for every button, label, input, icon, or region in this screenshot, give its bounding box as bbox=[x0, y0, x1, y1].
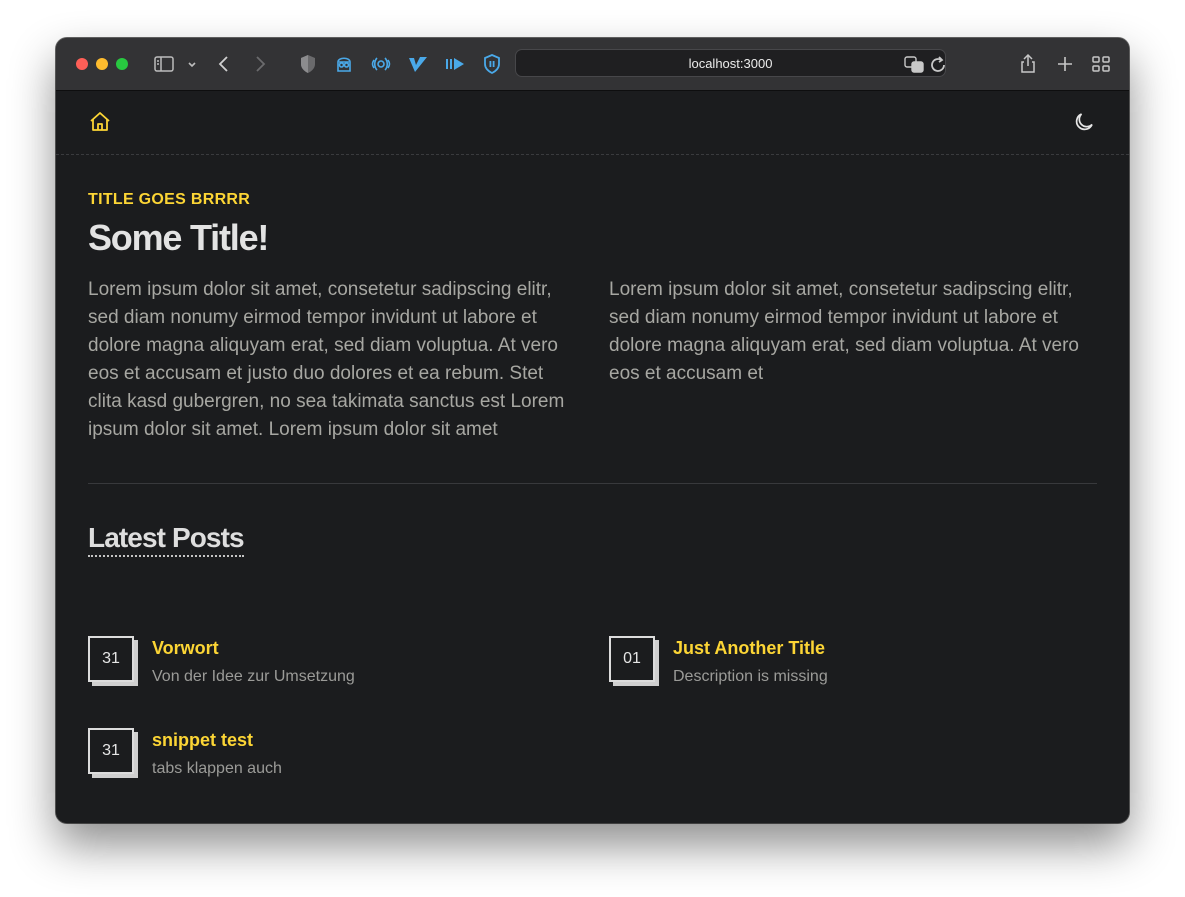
site-header bbox=[56, 91, 1129, 155]
chevron-down-icon[interactable] bbox=[180, 52, 196, 76]
post-item[interactable]: 31 snippet test tabs klappen auch bbox=[88, 728, 548, 784]
share-icon[interactable] bbox=[1016, 52, 1040, 76]
address-bar[interactable]: localhost:3000 bbox=[515, 49, 946, 77]
browser-window: localhost:3000 TITLE GOES BRRRR Some Tit… bbox=[56, 38, 1129, 823]
post-date-box: 31 bbox=[88, 636, 134, 682]
browser-toolbar: localhost:3000 bbox=[56, 38, 1129, 91]
reload-icon[interactable] bbox=[926, 53, 946, 73]
tab-overview-icon[interactable] bbox=[1089, 52, 1113, 76]
hero-kicker: TITLE GOES BRRRR bbox=[88, 191, 251, 208]
shield-icon[interactable] bbox=[296, 52, 320, 76]
paragraph-left: Lorem ipsum dolor sit amet, consetetur s… bbox=[88, 279, 565, 440]
post-item[interactable]: 01 Just Another Title Description is mis… bbox=[609, 636, 1069, 692]
post-description: Description is missing bbox=[673, 668, 828, 685]
extension-icon[interactable] bbox=[332, 52, 356, 76]
new-tab-icon[interactable] bbox=[1053, 52, 1077, 76]
extension-icon[interactable] bbox=[369, 52, 393, 76]
post-title-link[interactable]: Just Another Title bbox=[673, 638, 825, 659]
post-description: tabs klappen auch bbox=[152, 760, 282, 777]
extension-icon[interactable] bbox=[443, 52, 467, 76]
page-title: Some Title! bbox=[88, 217, 269, 258]
post-date-box: 31 bbox=[88, 728, 134, 774]
latest-posts-heading[interactable]: Latest Posts bbox=[88, 522, 245, 557]
close-window-button[interactable] bbox=[76, 58, 88, 70]
translate-icon[interactable] bbox=[902, 52, 924, 74]
post-title-link[interactable]: snippet test bbox=[152, 730, 253, 751]
paragraph-right: Lorem ipsum dolor sit amet, consetetur s… bbox=[609, 279, 1079, 384]
home-icon[interactable] bbox=[88, 110, 112, 134]
page-content: TITLE GOES BRRRR Some Title! Lorem ipsum… bbox=[56, 91, 1129, 823]
moon-icon[interactable] bbox=[1072, 110, 1096, 134]
forward-icon[interactable] bbox=[248, 52, 272, 76]
zoom-window-button[interactable] bbox=[116, 58, 128, 70]
extension-icon[interactable] bbox=[480, 52, 504, 76]
extension-icon[interactable] bbox=[406, 52, 430, 76]
back-icon[interactable] bbox=[212, 52, 236, 76]
url-text: localhost:3000 bbox=[688, 56, 773, 71]
post-day: 01 bbox=[623, 650, 641, 667]
sidebar-icon[interactable] bbox=[152, 52, 176, 76]
post-day: 31 bbox=[102, 742, 120, 759]
post-day: 31 bbox=[102, 650, 120, 667]
minimize-window-button[interactable] bbox=[96, 58, 108, 70]
post-description: Von der Idee zur Umsetzung bbox=[152, 668, 355, 685]
post-date-box: 01 bbox=[609, 636, 655, 682]
section-divider bbox=[88, 483, 1097, 484]
post-title-link[interactable]: Vorwort bbox=[152, 638, 219, 659]
post-item[interactable]: 31 Vorwort Von der Idee zur Umsetzung bbox=[88, 636, 548, 692]
